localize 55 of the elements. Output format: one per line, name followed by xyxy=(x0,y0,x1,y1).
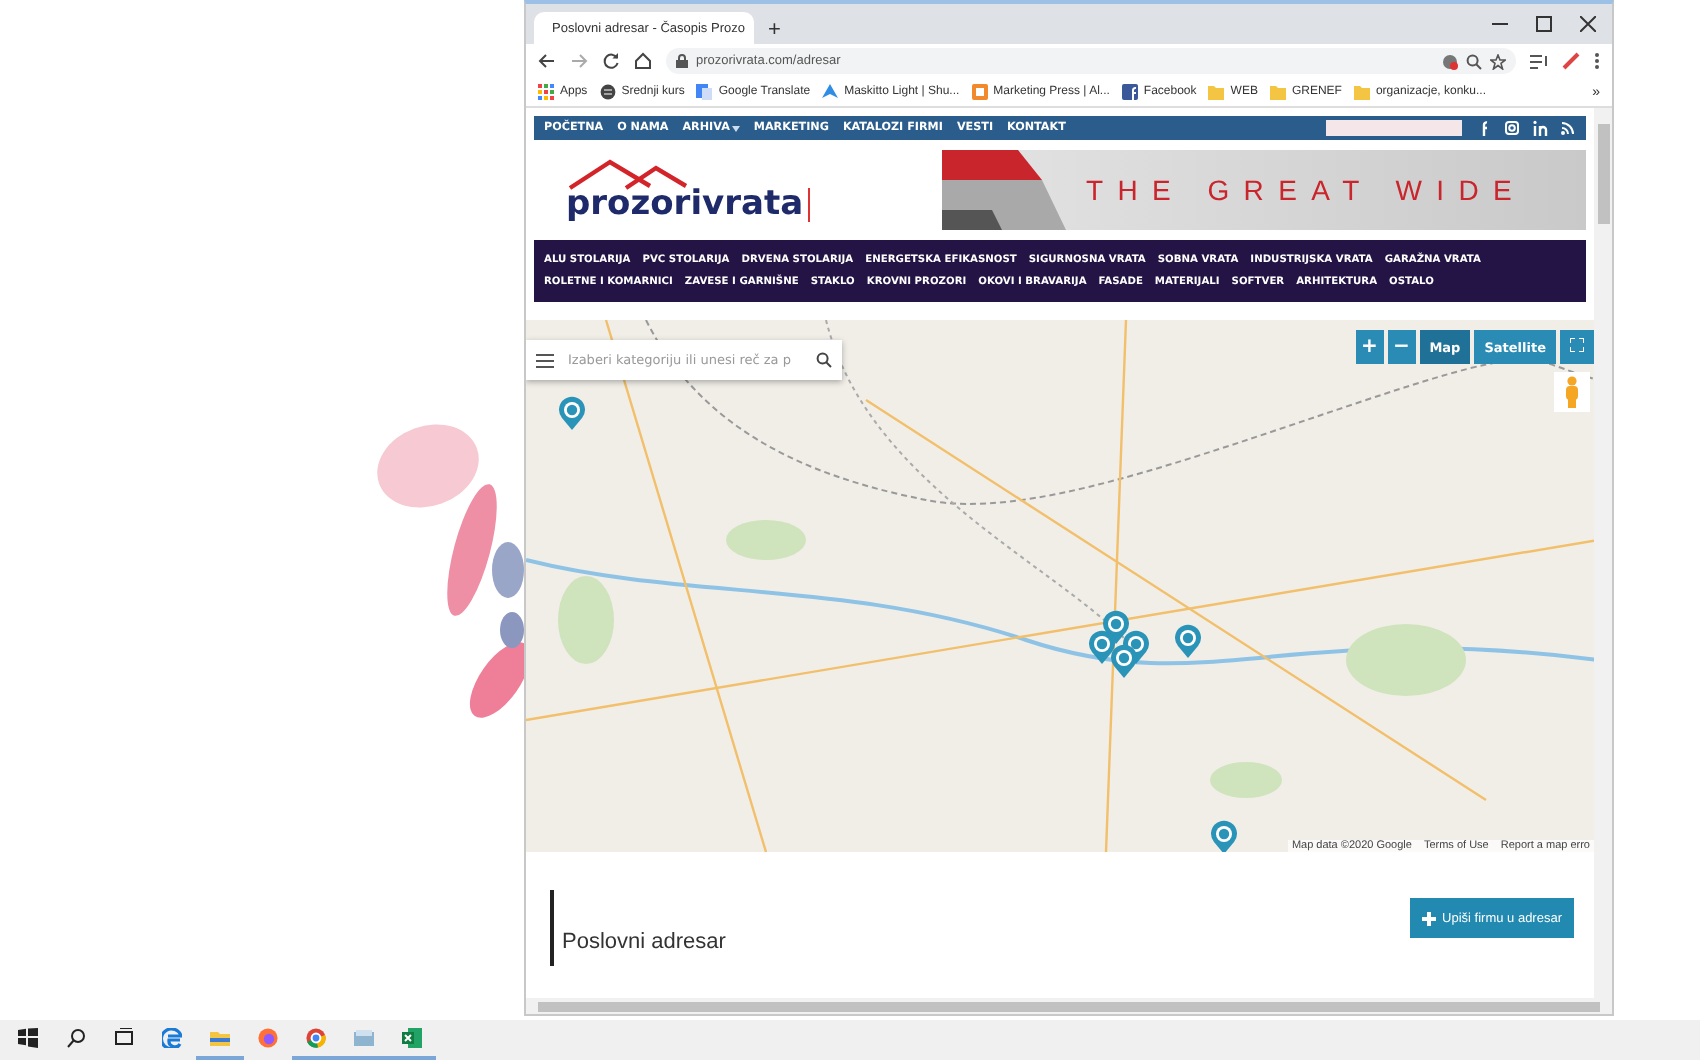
edge-browser-icon xyxy=(162,1028,182,1048)
zoom-out-button[interactable]: − xyxy=(1387,330,1416,364)
section-heading: Poslovni adresar xyxy=(550,890,726,966)
rss-icon[interactable] xyxy=(1560,120,1576,136)
back-icon[interactable] xyxy=(538,52,556,70)
zoom-in-button[interactable]: + xyxy=(1355,330,1384,364)
fullscreen-icon xyxy=(1570,338,1584,352)
folder-icon xyxy=(210,1028,230,1048)
map-pin-icon[interactable] xyxy=(558,396,586,432)
banner-text: THE GREAT WIDE xyxy=(1086,174,1527,206)
logo-text[interactable]: prozorivrata xyxy=(566,188,810,222)
close-icon[interactable] xyxy=(1580,16,1596,32)
square-logo-icon xyxy=(971,84,988,100)
lock-icon xyxy=(676,54,688,68)
facebook-icon xyxy=(1121,84,1138,100)
task-view-icon xyxy=(114,1028,134,1048)
map-pin-icon[interactable] xyxy=(1210,820,1238,852)
folder-icon xyxy=(1208,84,1225,100)
apps-grid-icon xyxy=(538,84,554,100)
instagram-icon[interactable] xyxy=(1504,120,1520,136)
window-app-icon xyxy=(354,1028,374,1048)
search-icon[interactable] xyxy=(1466,53,1482,69)
search-icon xyxy=(66,1028,86,1048)
playlist-icon[interactable] xyxy=(1530,53,1548,69)
windows-logo-icon xyxy=(18,1028,38,1048)
search-field[interactable] xyxy=(1326,120,1462,136)
maximize-icon[interactable] xyxy=(1536,16,1552,32)
folder-icon xyxy=(1353,84,1370,100)
new-tab-button[interactable]: + xyxy=(762,18,787,42)
firefox-icon xyxy=(258,1028,278,1048)
vertical-scrollbar[interactable] xyxy=(1594,108,1612,998)
menu-icon[interactable] xyxy=(536,353,554,367)
arrow-icon xyxy=(822,84,839,100)
map-pin-icon[interactable] xyxy=(1174,624,1202,660)
chrome-icon xyxy=(306,1028,326,1048)
roof-icon xyxy=(566,158,690,190)
menu-icon[interactable] xyxy=(1594,52,1600,70)
banner-shapes-icon xyxy=(942,150,1066,230)
folder-icon xyxy=(1269,84,1286,100)
map-pin-icon[interactable] xyxy=(1088,630,1116,666)
banner-ad[interactable]: THE GREAT WIDE xyxy=(942,150,1586,230)
spreadsheet-icon xyxy=(402,1028,422,1048)
plus-icon xyxy=(1422,911,1437,925)
horizontal-scrollbar[interactable] xyxy=(526,998,1612,1014)
search-icon[interactable] xyxy=(816,352,832,368)
translate-icon xyxy=(696,84,713,100)
pen-icon[interactable] xyxy=(1562,52,1580,70)
fullscreen-button[interactable] xyxy=(1560,330,1594,364)
reload-icon[interactable] xyxy=(602,52,620,70)
globe-icon xyxy=(599,84,616,100)
extension-icon[interactable] xyxy=(1442,53,1458,69)
linkedin-icon[interactable] xyxy=(1532,120,1548,136)
star-icon[interactable] xyxy=(1490,53,1506,69)
map-pin-icon[interactable] xyxy=(1110,644,1138,680)
home-icon[interactable] xyxy=(634,52,652,70)
